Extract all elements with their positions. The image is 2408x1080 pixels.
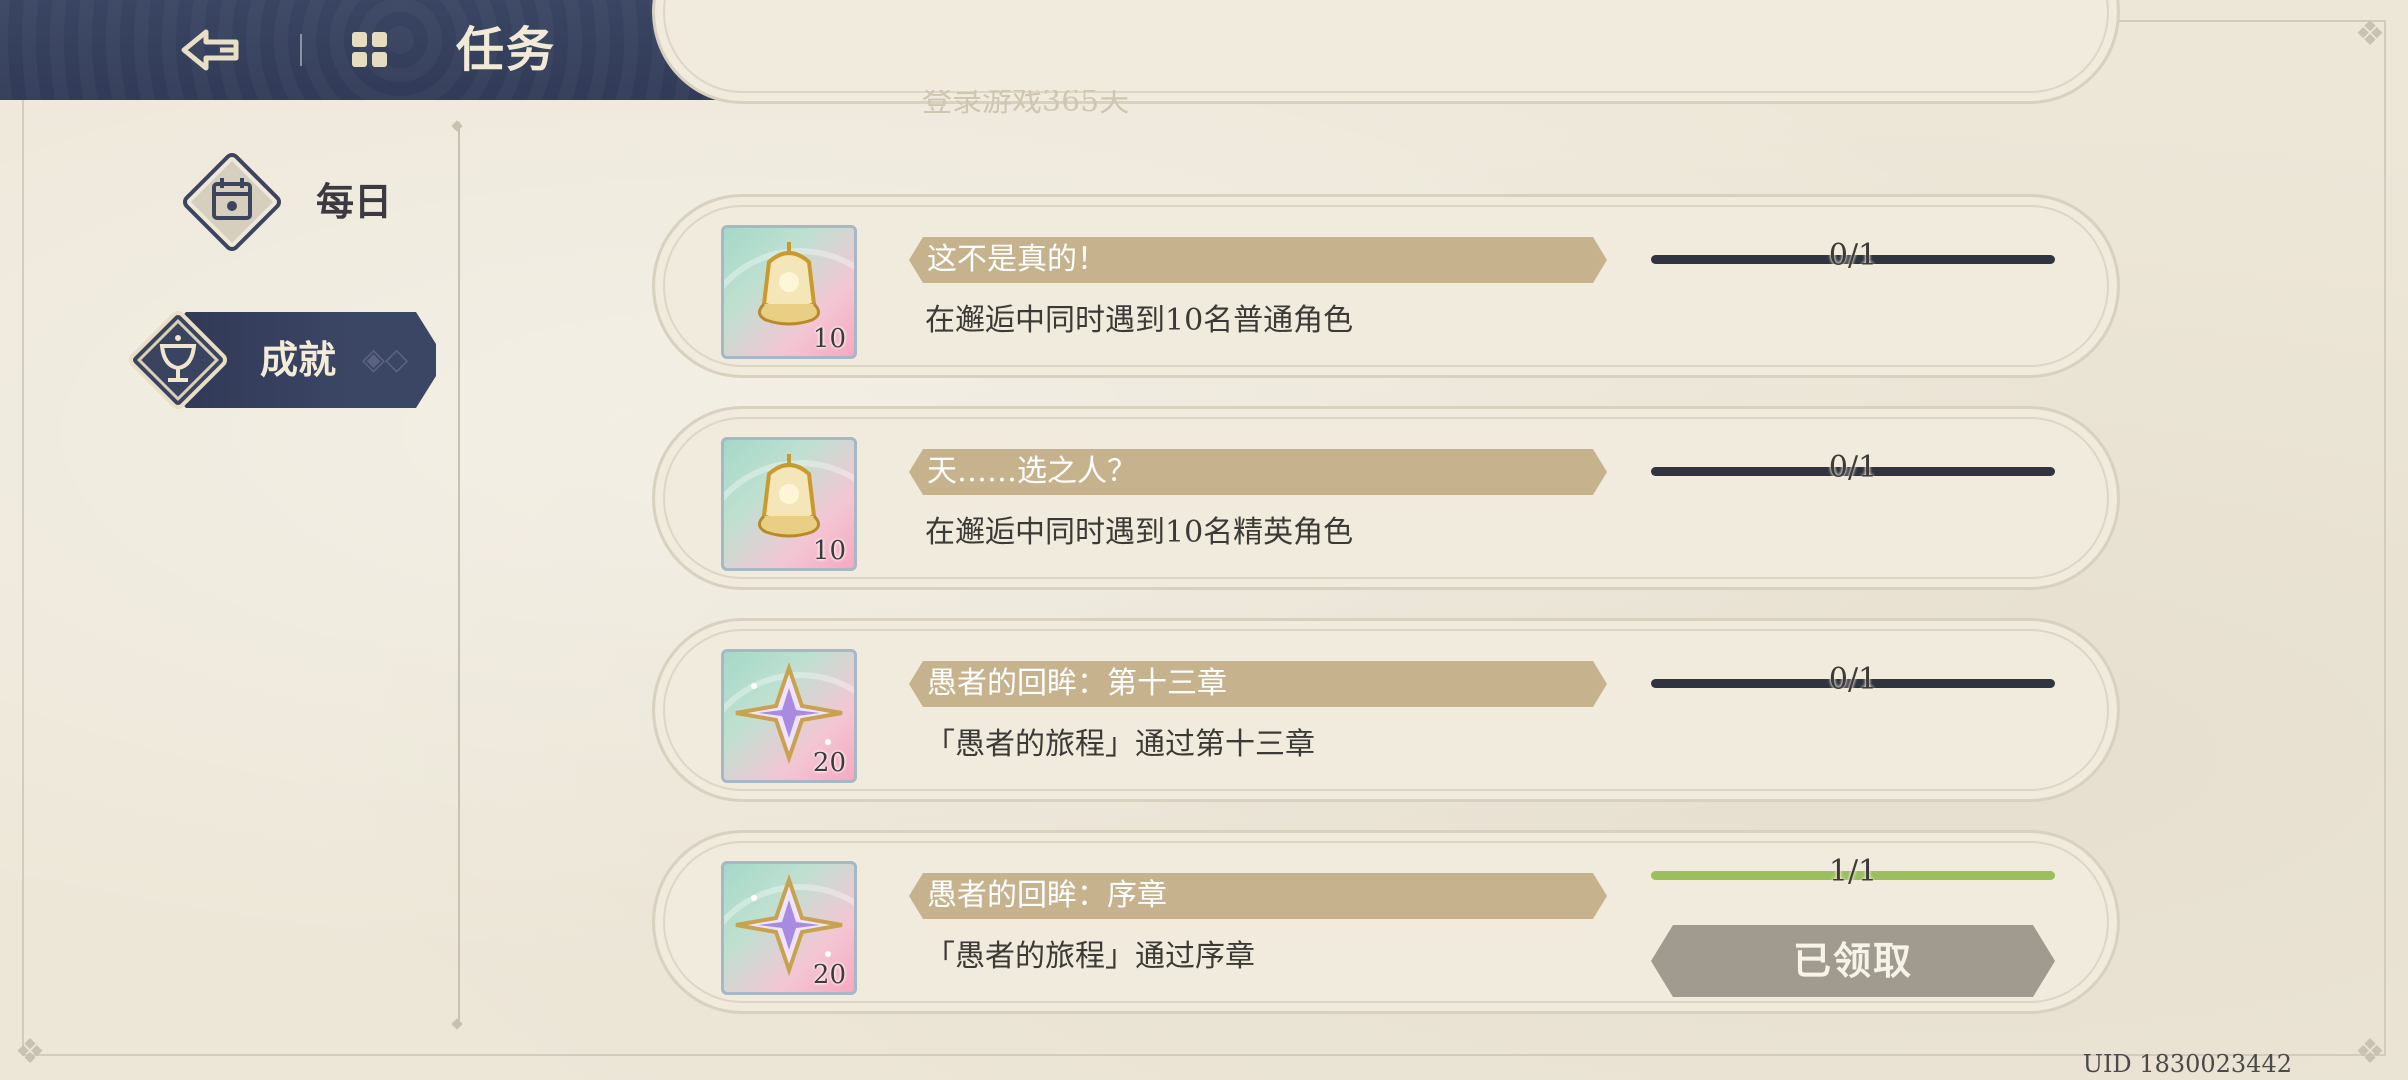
task-description: 「愚者的旅程」通过第十三章 bbox=[925, 727, 1315, 762]
ornament-icon: ◈◇ bbox=[362, 342, 409, 377]
reward-count: 10 bbox=[812, 324, 846, 354]
reward-item-frame[interactable]: 10 bbox=[721, 437, 857, 571]
progress-text: 0/1 bbox=[1828, 662, 1878, 697]
reward-count: 10 bbox=[812, 536, 846, 566]
back-arrow-icon[interactable] bbox=[176, 20, 248, 80]
reward-count: 20 bbox=[812, 960, 846, 990]
sidebar-item-daily[interactable]: 每日 bbox=[179, 149, 440, 255]
task-card: 20 愚者的回眸：序章「愚者的旅程」通过序章 1/1 已领取 bbox=[652, 830, 2120, 1014]
task-description: 「愚者的旅程」通过序章 bbox=[925, 939, 1255, 974]
task-title: 天……选之人？ bbox=[927, 454, 1137, 489]
claimed-button[interactable]: 已领取 bbox=[1651, 925, 2055, 997]
progress-text: 0/1 bbox=[1828, 450, 1878, 485]
reward-item-frame[interactable]: 10 bbox=[721, 225, 857, 359]
task-title: 愚者的回眸：序章 bbox=[927, 878, 1167, 913]
sidebar-divider-line bbox=[458, 122, 460, 1026]
trophy-cup-icon bbox=[126, 308, 230, 412]
page-title: 任务 bbox=[456, 22, 557, 78]
progress-text: 1/1 bbox=[1828, 854, 1878, 889]
header-divider bbox=[300, 34, 302, 66]
user-id-label: UID 1830023442 bbox=[2082, 1050, 2292, 1078]
corner-ornament: ❖ bbox=[2354, 14, 2386, 54]
task-card: 10 这不是真的！ 在邂逅中同时遇到10名普通角色 0/1 bbox=[652, 194, 2120, 378]
task-description: 在邂逅中同时遇到10名精英角色 bbox=[925, 515, 1354, 550]
task-card: 10 天……选之人？ 在邂逅中同时遇到10名精英角色 0/1 bbox=[652, 406, 2120, 590]
reward-item-frame[interactable]: 20 bbox=[721, 861, 857, 995]
task-description: 在邂逅中同时遇到10名普通角色 bbox=[925, 303, 1354, 338]
progress-text: 0/1 bbox=[1828, 238, 1878, 273]
calendar-icon bbox=[180, 150, 284, 254]
corner-ornament: ❖ bbox=[14, 1032, 46, 1072]
sidebar-item-label: 每日 bbox=[316, 179, 393, 224]
corner-ornament: ❖ bbox=[2354, 1032, 2386, 1072]
task-card: 20 愚者的回眸：第十三章「愚者的旅程」通过第十三章 0/1 bbox=[652, 618, 2120, 802]
reward-item-frame[interactable]: 20 bbox=[721, 649, 857, 783]
grid-menu-icon[interactable] bbox=[350, 30, 390, 70]
reward-count: 20 bbox=[812, 748, 846, 778]
sidebar-item-achievements[interactable]: 成就 ◈◇ bbox=[125, 307, 456, 413]
sidebar-item-label: 成就 bbox=[260, 337, 337, 382]
task-description-partial: 登录游戏365天 bbox=[922, 90, 1130, 114]
task-card-partial bbox=[652, 0, 2120, 104]
task-title: 愚者的回眸：第十三章 bbox=[927, 666, 1227, 701]
task-title: 这不是真的！ bbox=[927, 242, 1107, 277]
